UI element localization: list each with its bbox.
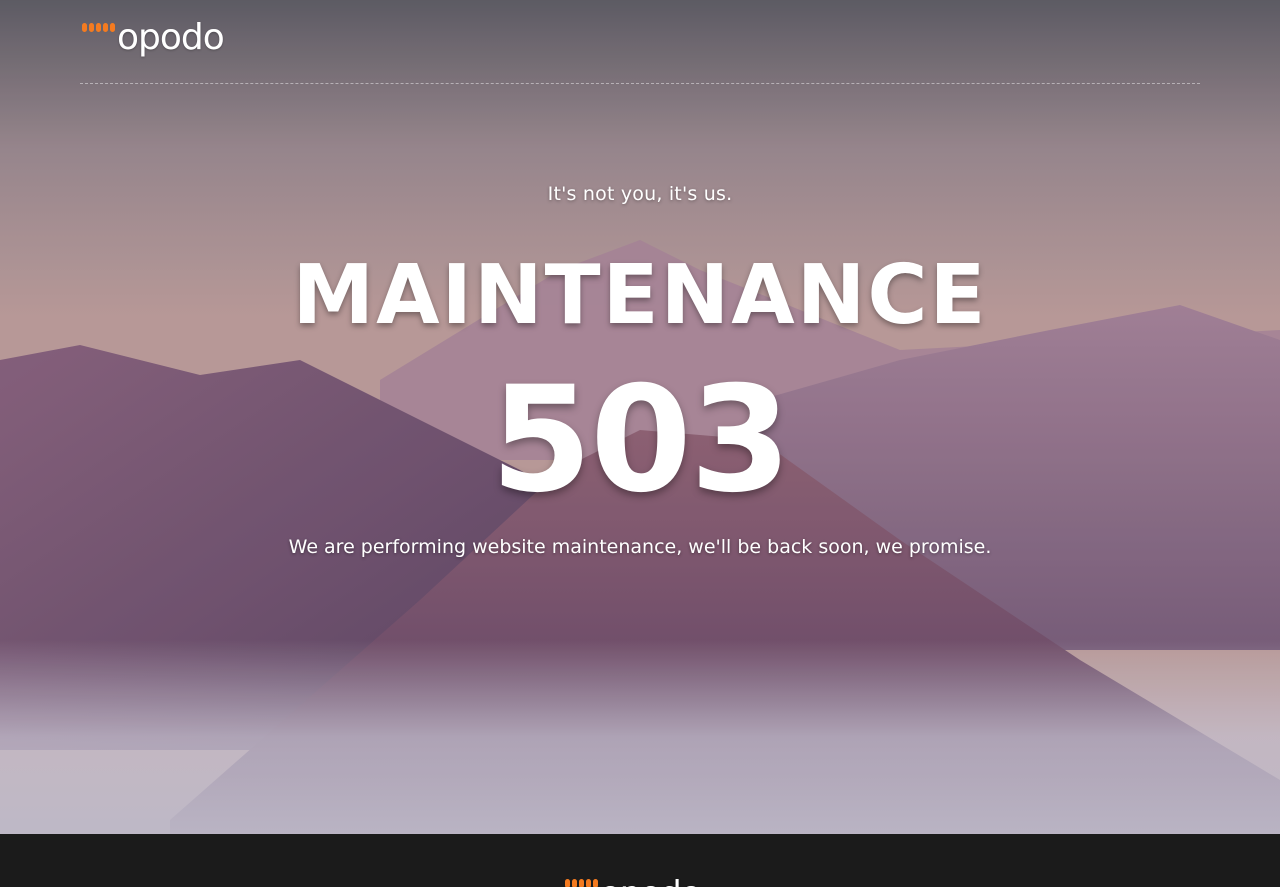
footer-opodo-logo[interactable]: opodo <box>565 876 702 887</box>
page-title: MAINTENANCE <box>292 248 988 343</box>
logo-wordmark: opodo <box>117 17 225 58</box>
header-bar: opodo <box>80 0 1200 84</box>
footer-logo-wordmark: opodo <box>600 876 702 887</box>
error-code: 503 <box>490 355 792 525</box>
opodo-logo[interactable]: opodo <box>82 17 225 58</box>
footer: opodo <box>0 834 1280 887</box>
hero-background: opodo It's not you, it's us. MAINTENANCE… <box>0 0 1280 834</box>
logo-dots-icon <box>565 879 598 887</box>
maintenance-message: We are performing website maintenance, w… <box>288 536 992 558</box>
logo-dots-icon <box>82 23 115 32</box>
tagline: It's not you, it's us. <box>547 183 733 205</box>
